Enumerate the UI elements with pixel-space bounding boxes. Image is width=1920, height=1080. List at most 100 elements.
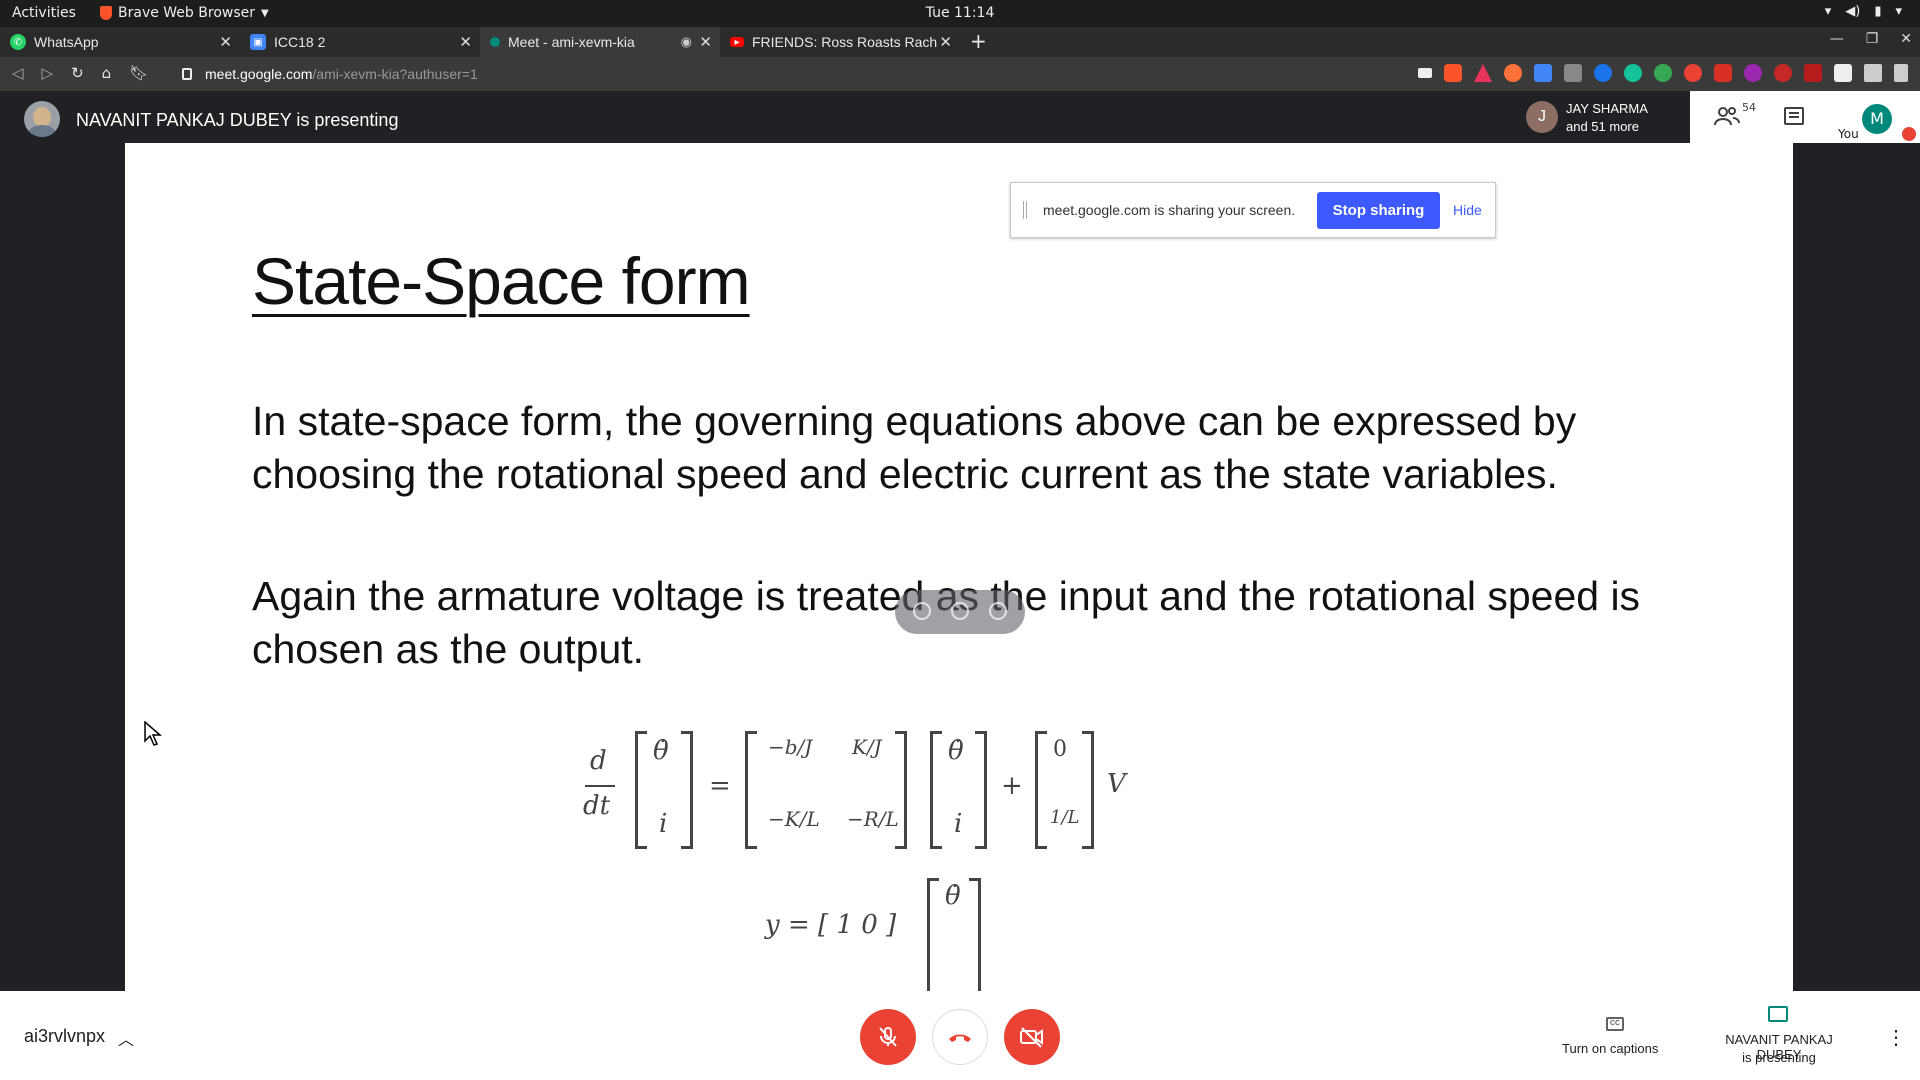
stop-sharing-button[interactable]: Stop sharing [1317, 192, 1440, 229]
camera-off-icon [1020, 1027, 1043, 1048]
play-icon[interactable] [1834, 64, 1852, 82]
window-controls: — ❐ ✕ [1830, 31, 1912, 47]
forward-icon[interactable]: ▷ [42, 64, 54, 82]
shield-icon[interactable] [1714, 64, 1732, 82]
grammarly-icon[interactable] [1594, 64, 1612, 82]
tab-title: Meet - ami-xevm-kia [508, 34, 635, 50]
restore-icon[interactable]: ❐ [1866, 31, 1879, 47]
tab-icc18[interactable]: ▣ ICC18 2 ✕ [240, 27, 480, 57]
hide-button[interactable]: Hide [1453, 202, 1482, 218]
slide-paragraph: In state-space form, the governing equat… [252, 398, 1577, 497]
participant-chip[interactable]: J JAY SHARMA and 51 more [1520, 91, 1690, 143]
tab-title: WhatsApp [34, 34, 99, 50]
calendar-icon[interactable] [1804, 64, 1822, 82]
back-icon[interactable]: ◁ [12, 64, 24, 82]
meet-header-actions: 54 M You [1690, 91, 1920, 143]
slide-title: State-Space form [252, 244, 751, 318]
eq-a11: −b/J [768, 735, 813, 759]
address-input[interactable]: meet.google.com/ami-xevm-kia?authuser=1 [205, 66, 478, 82]
mic-off-icon [879, 1027, 897, 1047]
url-domain: meet.google.com [205, 66, 313, 82]
captions-button-label[interactable]: Turn on captions [1562, 1041, 1658, 1056]
close-icon[interactable]: ✕ [939, 33, 952, 51]
meet-bottom-bar: ai3rvlvnpx ︿ CC Turn on captions NAVANIT… [0, 991, 1920, 1080]
mouse-cursor-icon [144, 721, 162, 746]
presenting-label: NAVANIT PANKAJ DUBEY is presenting [76, 110, 399, 130]
extension-icon[interactable] [1504, 64, 1522, 82]
new-tab-button[interactable]: + [970, 29, 987, 53]
alarm-icon[interactable] [1684, 64, 1702, 82]
recording-icon: ◉ [680, 34, 692, 49]
tab-title: FRIENDS: Ross Roasts Rach [752, 34, 937, 50]
leave-call-button[interactable] [932, 1009, 988, 1065]
volume-icon: ◀) [1845, 4, 1861, 19]
presentation-overlay-controls[interactable] [895, 590, 1025, 634]
chevron-down-icon: ▾ [1895, 4, 1902, 19]
nav-buttons: ◁ ▷ ↻ ⌂ 🔖︎ [12, 64, 148, 82]
translate-icon[interactable] [1534, 64, 1552, 82]
meeting-details-button[interactable]: ai3rvlvnpx [24, 1026, 105, 1047]
bookmark-icon[interactable]: 🔖︎ [129, 64, 148, 82]
camera-toggle-button[interactable] [1004, 1009, 1060, 1065]
mic-off-icon[interactable] [913, 602, 931, 620]
more-options-icon[interactable]: ⋮ [1886, 1025, 1906, 1050]
eq-a22: −R/L [847, 807, 899, 831]
self-avatar[interactable]: M [1862, 104, 1892, 134]
eq-i: i [659, 809, 668, 839]
close-icon[interactable]: ✕ [219, 33, 232, 51]
extension-icon[interactable] [1744, 64, 1762, 82]
close-window-icon[interactable]: ✕ [1900, 31, 1912, 47]
eq-b2: 1/L [1050, 807, 1080, 828]
close-icon[interactable]: ✕ [459, 33, 472, 51]
share-message: meet.google.com is sharing your screen. [1043, 202, 1296, 218]
record-icon[interactable] [1774, 64, 1792, 82]
extensions-toolbar [1418, 64, 1908, 82]
hang-up-icon [949, 1034, 971, 1042]
eq-a12: K/J [852, 735, 882, 759]
menu-icon[interactable] [1894, 64, 1908, 82]
whatsapp-icon: ✆ [10, 34, 26, 50]
present-screen-icon[interactable] [1768, 1006, 1788, 1022]
wifi-icon: ▾ [1824, 4, 1832, 19]
chat-icon[interactable] [1784, 107, 1804, 125]
os-top-bar: Activities Brave Web Browser ▼ Tue 11:14… [0, 0, 1920, 27]
minimize-icon[interactable]: — [1830, 31, 1844, 47]
tab-whatsapp[interactable]: ✆ WhatsApp ✕ [0, 27, 240, 57]
youtube-icon: ▸ [730, 37, 744, 48]
eq-equals: = [709, 771, 731, 801]
more-options-icon[interactable] [989, 602, 1007, 620]
battery-icon: ▮ [1874, 4, 1882, 19]
address-bar-row: ◁ ▷ ↻ ⌂ 🔖︎ meet.google.com/ami-xevm-kia?… [0, 57, 1920, 91]
captions-icon[interactable]: CC [1606, 1017, 1624, 1031]
people-icon[interactable] [1714, 105, 1740, 127]
system-tray[interactable]: ▾ ◀) ▮ ▾ [1825, 4, 1902, 19]
close-icon[interactable]: ✕ [699, 33, 712, 51]
volume-off-icon[interactable] [951, 602, 969, 620]
presentation-stage: State-Space form In state-space form, th… [0, 143, 1920, 991]
brave-shields-icon[interactable] [1444, 64, 1462, 82]
classroom-icon: ▣ [250, 34, 266, 50]
grammarly-icon[interactable] [1624, 64, 1642, 82]
home-icon[interactable]: ⌂ [102, 64, 112, 82]
chevron-up-icon[interactable]: ︿ [118, 1026, 134, 1050]
eq-dt: dt [583, 791, 611, 821]
extension-icon[interactable] [1564, 64, 1582, 82]
eq-d: d [590, 746, 607, 776]
tab-youtube[interactable]: ▸ FRIENDS: Ross Roasts Rach ✕ [720, 27, 960, 57]
camera-icon[interactable] [1418, 68, 1432, 78]
playlist-icon[interactable] [1864, 64, 1882, 82]
drag-handle[interactable] [1023, 201, 1027, 219]
add-icon[interactable] [1654, 64, 1672, 82]
lock-icon[interactable] [182, 68, 192, 80]
tab-strip: ✆ WhatsApp ✕ ▣ ICC18 2 ✕ Meet - ami-xevm… [0, 27, 1920, 57]
mic-off-icon [1902, 127, 1916, 141]
presenter-status: is presenting [1742, 1050, 1816, 1065]
tab-meet[interactable]: Meet - ami-xevm-kia ◉ ✕ [480, 27, 720, 57]
brave-rewards-icon[interactable] [1474, 64, 1492, 82]
presenter-avatar [24, 101, 60, 137]
mic-toggle-button[interactable] [860, 1009, 916, 1065]
eq-V: V [1107, 769, 1126, 799]
reload-icon[interactable]: ↻ [71, 64, 84, 82]
eq-theta-dot: θ̇ [653, 736, 669, 766]
clock[interactable]: Tue 11:14 [0, 5, 1920, 21]
